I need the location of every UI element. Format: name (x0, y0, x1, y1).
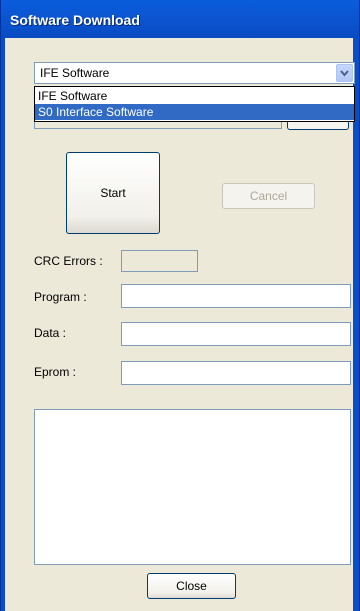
program-field[interactable] (121, 284, 351, 308)
title-bar[interactable]: Software Download (1, 0, 359, 38)
cancel-button[interactable]: Cancel (222, 183, 315, 209)
software-type-selected-value: IFE Software (40, 66, 110, 80)
dropdown-option-s0-interface-software[interactable]: S0 Interface Software (35, 104, 354, 120)
dropdown-option-ife-software[interactable]: IFE Software (35, 88, 354, 104)
close-button[interactable]: Close (147, 573, 236, 599)
log-output-area[interactable] (34, 409, 351, 565)
start-button[interactable]: Start (66, 152, 160, 234)
crc-errors-field (121, 250, 198, 272)
eprom-label: Eprom : (34, 365, 77, 379)
software-type-dropdown-list: IFE Software S0 Interface Software (34, 86, 355, 122)
combo-dropdown-button[interactable] (336, 64, 353, 82)
eprom-field[interactable] (121, 361, 351, 385)
program-label: Program : (34, 290, 87, 304)
window-title: Software Download (10, 12, 140, 28)
data-label: Data : (34, 326, 67, 340)
crc-errors-label: CRC Errors : (34, 254, 103, 268)
data-field[interactable] (121, 322, 351, 346)
software-type-combo[interactable]: IFE Software (34, 62, 355, 84)
chevron-down-icon (340, 70, 349, 77)
